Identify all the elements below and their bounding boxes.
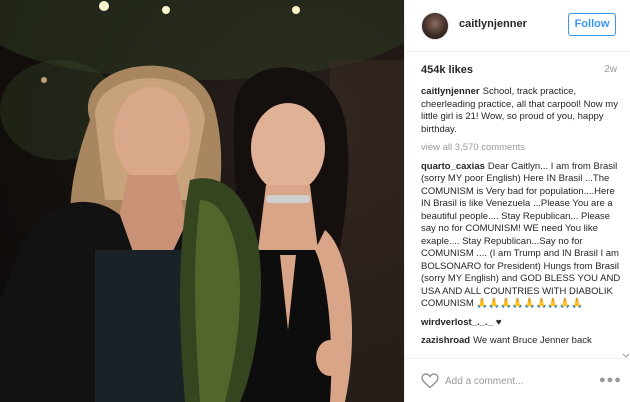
follow-button[interactable]: Follow: [568, 13, 616, 36]
add-comment-bar: ●●●: [405, 358, 630, 402]
comment-author[interactable]: wirdverlost_._._: [421, 317, 493, 328]
add-comment-input[interactable]: [445, 373, 585, 389]
comment-text: ♥: [495, 316, 502, 328]
comment-text: We want Bruce Jenner back: [473, 335, 592, 346]
comment-author[interactable]: caitlynjenner: [421, 86, 480, 97]
photo-illustration: [0, 0, 404, 402]
post-timestamp[interactable]: 2w: [604, 64, 617, 75]
post-username[interactable]: caitlynjenner: [459, 18, 527, 30]
heart-outline-icon[interactable]: [421, 373, 439, 389]
likes-row: 454k likes 2w: [421, 64, 617, 78]
likes-count[interactable]: 454k likes: [421, 64, 473, 76]
comments-list[interactable]: caitlynjenner School, track practice, che…: [421, 86, 621, 357]
post-side-panel: caitlynjenner Follow 454k likes 2w caitl…: [404, 0, 630, 402]
comment-author[interactable]: zazishroad: [421, 335, 470, 346]
caption: caitlynjenner School, track practice, che…: [421, 86, 621, 136]
comment-text: Dear Caitlyn... I am from Brasil (sorry …: [421, 160, 621, 310]
list-item: quarto_caxias Dear Caitlyn... I am from B…: [421, 161, 621, 311]
post-header: caitlynjenner Follow: [405, 0, 630, 52]
post-photo[interactable]: [0, 0, 404, 402]
view-all-comments-link[interactable]: view all 3,570 comments: [421, 142, 621, 155]
list-item: wirdverlost_._._ ♥: [421, 317, 621, 330]
avatar[interactable]: [421, 12, 449, 40]
comment-author[interactable]: quarto_caxias: [421, 161, 485, 172]
list-item: zazishroad We want Bruce Jenner back: [421, 335, 621, 348]
more-options-icon[interactable]: ●●●: [599, 374, 622, 386]
